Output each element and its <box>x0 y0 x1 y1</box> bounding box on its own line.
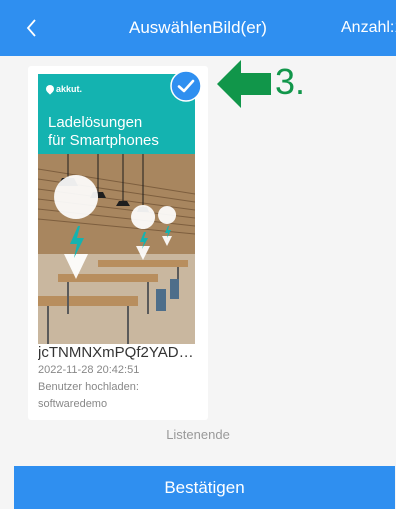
thumbnail-logo-text: akkut. <box>56 84 83 94</box>
header-bar: AuswählenBild(er) Anzahl:1 <box>0 0 396 56</box>
image-upload-date: 2022-11-28 20:42:51 <box>38 364 140 376</box>
annotation-step-label: 3. <box>275 61 306 102</box>
annotation-arrow-icon <box>215 58 273 110</box>
image-filename: jcTNMNXmPQf2YAD… <box>38 344 194 361</box>
selected-checkmark-button[interactable] <box>170 70 202 102</box>
selection-count: Anzahl:1 <box>341 19 396 36</box>
check-circle-icon <box>170 70 202 102</box>
confirm-button[interactable]: Bestätigen <box>14 466 395 509</box>
thumbnail-headline-line2: für Smartphones <box>48 132 159 149</box>
thumbnail-headline-line1: Ladelösungen <box>48 114 143 131</box>
page-title: AuswählenBild(er) <box>129 18 267 37</box>
list-end-label: Listenende <box>166 427 230 442</box>
uploader-name: softwaredemo <box>38 398 108 410</box>
uploader-label: Benutzer hochladen: <box>38 381 139 393</box>
image-thumbnail[interactable]: akkut. Ladelösungen für Smartphones <box>38 74 195 344</box>
